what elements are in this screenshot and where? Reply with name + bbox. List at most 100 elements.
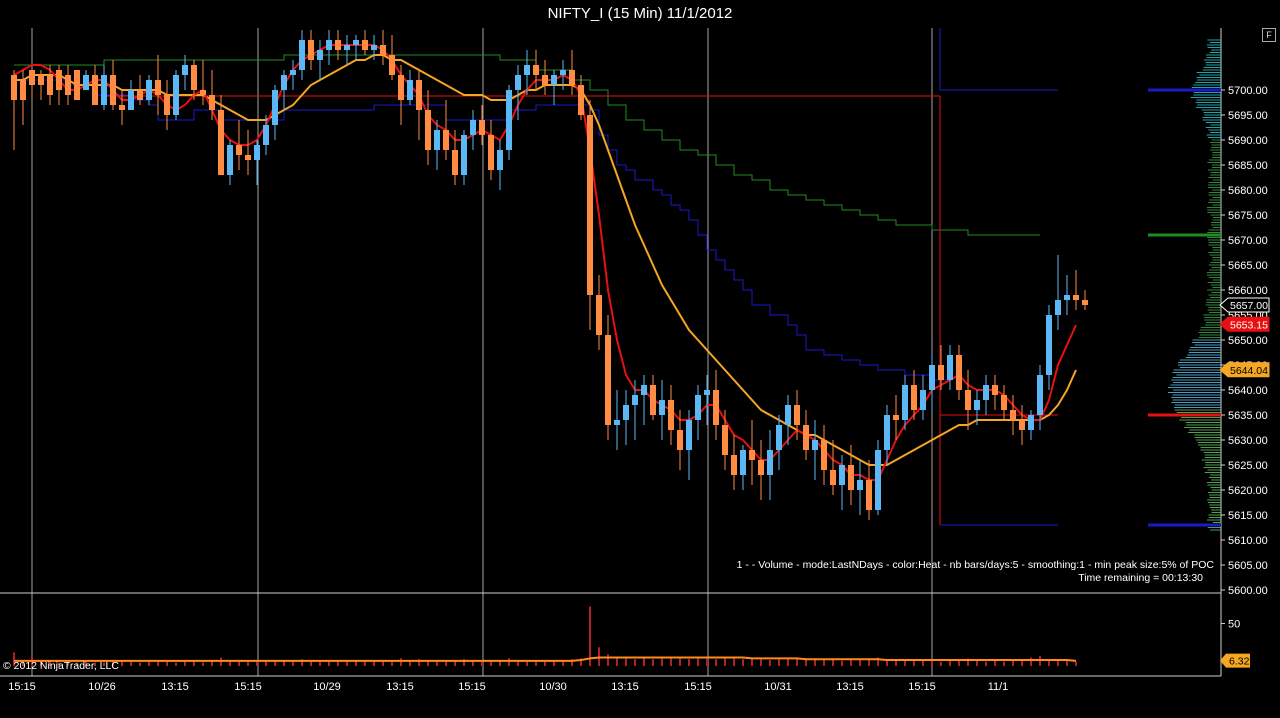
volume-bar bbox=[1012, 661, 1014, 666]
time-tick-label: 10/26 bbox=[88, 681, 116, 693]
candle-body bbox=[497, 150, 503, 170]
volume-tick-label: 50 bbox=[1228, 619, 1240, 631]
candle-body bbox=[380, 45, 386, 55]
volume-bar bbox=[193, 662, 195, 666]
volume-bar bbox=[364, 662, 366, 666]
candle-body bbox=[1064, 295, 1070, 300]
candle-body bbox=[1019, 420, 1025, 430]
volume-bar bbox=[607, 654, 609, 666]
time-tick-label: 13:15 bbox=[161, 681, 189, 693]
candle-body bbox=[902, 385, 908, 420]
candle-body bbox=[677, 430, 683, 450]
candle-body bbox=[740, 450, 746, 475]
volume-bar bbox=[652, 659, 654, 666]
candle-body bbox=[371, 45, 377, 50]
time-tick-label: 15:15 bbox=[8, 681, 36, 693]
candle-body bbox=[173, 75, 179, 115]
volume-bar bbox=[625, 658, 627, 666]
candle-body bbox=[776, 425, 782, 450]
candle-body bbox=[236, 145, 242, 155]
candle-body bbox=[974, 400, 980, 410]
candle-body bbox=[983, 385, 989, 400]
candle-body bbox=[839, 465, 845, 485]
price-chart[interactable]: 5700.00 5695.00 5690.00 5685.00 5680.00 5675.… bbox=[0, 0, 1280, 718]
volume-bar bbox=[832, 659, 834, 666]
time-tick-label: 11/1 bbox=[988, 681, 1009, 693]
volume-bar bbox=[985, 662, 987, 666]
price-tick-label: 5695.00 bbox=[1228, 110, 1268, 122]
candle-body bbox=[362, 40, 368, 50]
price-axis: 5700.005695.005690.005685.005680.005675.… bbox=[1221, 85, 1268, 597]
price-tick-label: 5665.00 bbox=[1228, 260, 1268, 272]
volume-bar bbox=[715, 659, 717, 666]
candle-body bbox=[128, 90, 134, 110]
volume-bar bbox=[787, 658, 789, 666]
volume-bar bbox=[688, 659, 690, 666]
candle-body bbox=[92, 75, 98, 105]
candle-body bbox=[479, 120, 485, 135]
candle-body bbox=[344, 45, 350, 50]
volume-bar bbox=[904, 661, 906, 666]
candle-body bbox=[434, 130, 440, 150]
candle-body bbox=[542, 75, 548, 85]
candle-body bbox=[830, 470, 836, 485]
volume-bar bbox=[805, 659, 807, 666]
candle-body bbox=[182, 65, 188, 75]
candle-body bbox=[866, 480, 872, 510]
volume-bar bbox=[949, 661, 951, 666]
copyright-text: © 2012 NinjaTrader, LLC bbox=[3, 660, 119, 672]
candle-body bbox=[263, 125, 269, 145]
volume-bar bbox=[769, 660, 771, 666]
candle-body bbox=[1010, 410, 1016, 420]
candle-body bbox=[470, 120, 476, 135]
candle-body bbox=[443, 130, 449, 150]
volume-panel: 506.32 bbox=[13, 607, 1250, 668]
price-tick-label: 5625.00 bbox=[1228, 460, 1268, 472]
candle-body bbox=[938, 365, 944, 380]
volume-profile bbox=[1148, 40, 1221, 530]
candle-body bbox=[596, 295, 602, 335]
candle-body bbox=[623, 405, 629, 420]
volume-bar bbox=[931, 661, 933, 666]
candle-body bbox=[299, 40, 305, 70]
volume-bar bbox=[1030, 658, 1032, 667]
volume-bar bbox=[481, 662, 483, 666]
candle-body bbox=[641, 385, 647, 395]
volume-bar bbox=[130, 662, 132, 666]
candle-body bbox=[911, 385, 917, 410]
volume-bar bbox=[508, 658, 510, 666]
candle-body bbox=[965, 390, 971, 410]
candle-body bbox=[155, 80, 161, 95]
price-tick-label: 5650.00 bbox=[1228, 335, 1268, 347]
candle-body bbox=[461, 135, 467, 175]
candle-body bbox=[254, 145, 260, 160]
volume-bar bbox=[634, 659, 636, 666]
volume-bar bbox=[391, 662, 393, 666]
price-tag-label: 5653.15 bbox=[1230, 319, 1268, 331]
volume-bar bbox=[706, 658, 708, 666]
candle-body bbox=[551, 75, 557, 85]
candle-body bbox=[929, 365, 935, 390]
volume-bar bbox=[175, 663, 177, 666]
candle-body bbox=[659, 400, 665, 415]
volume-bar bbox=[1003, 662, 1005, 666]
candle-body bbox=[11, 75, 17, 100]
candle-body bbox=[668, 400, 674, 430]
candle-body bbox=[722, 425, 728, 455]
price-tick-label: 5620.00 bbox=[1228, 485, 1268, 497]
time-tick-label: 13:15 bbox=[386, 681, 414, 693]
volume-ma-line bbox=[14, 658, 1076, 661]
price-tick-label: 5630.00 bbox=[1228, 435, 1268, 447]
candle-body bbox=[200, 90, 206, 95]
candle-body bbox=[425, 110, 431, 150]
candle-body bbox=[578, 85, 584, 115]
candle-body bbox=[632, 395, 638, 405]
candle-body bbox=[947, 355, 953, 380]
candle-body bbox=[956, 355, 962, 390]
candle-body bbox=[731, 455, 737, 475]
price-tick-label: 5670.00 bbox=[1228, 235, 1268, 247]
candle-body bbox=[515, 75, 521, 90]
volume-bar bbox=[841, 661, 843, 666]
volume-bar bbox=[346, 662, 348, 666]
candle-body bbox=[209, 95, 215, 110]
